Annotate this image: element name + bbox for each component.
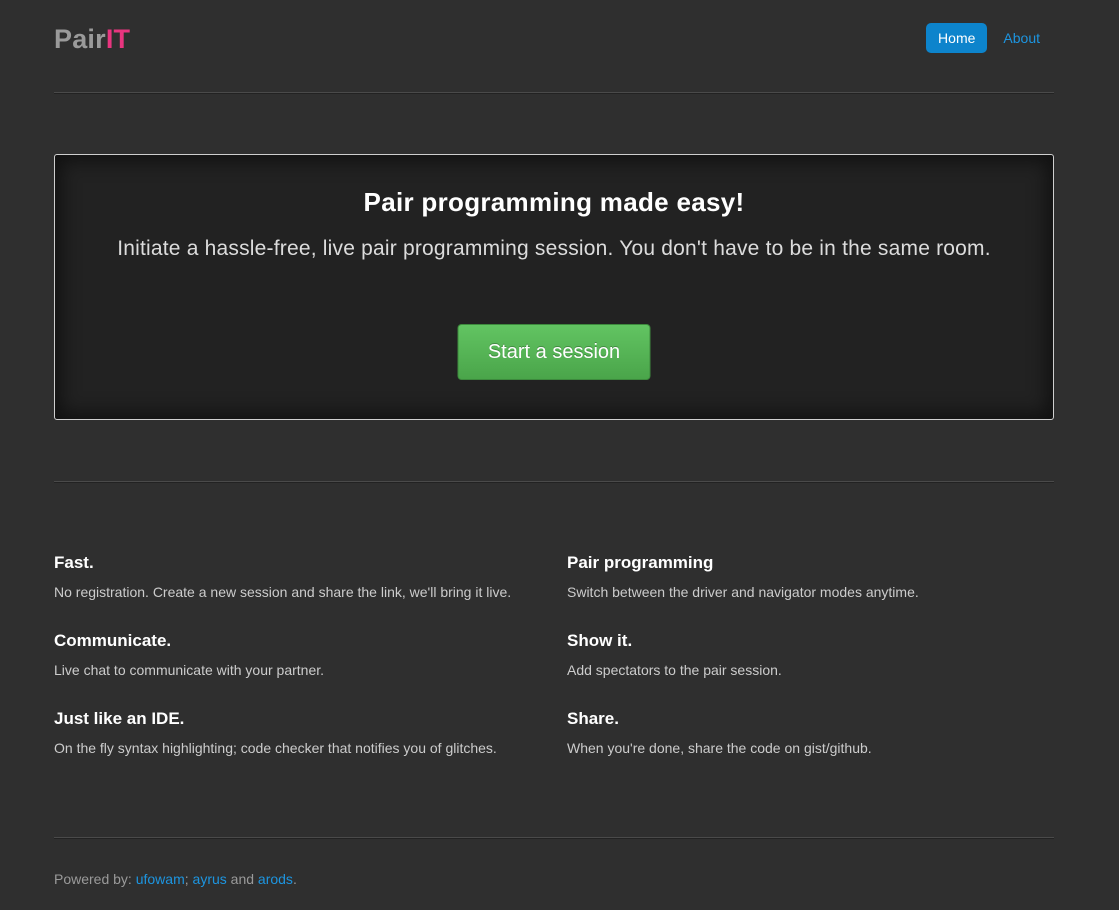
- top-nav: Home About: [924, 23, 1054, 53]
- feature-title: Share.: [567, 709, 619, 728]
- footer-prefix: Powered by:: [54, 871, 136, 887]
- feature-fast: Fast. No registration. Create a new sess…: [54, 553, 567, 631]
- feature-grid: Fast. No registration. Create a new sess…: [54, 553, 1054, 787]
- nav-about[interactable]: About: [989, 23, 1054, 53]
- footer-suffix: .: [292, 871, 297, 887]
- brand-logo[interactable]: PairIT: [54, 24, 130, 55]
- feature-show-it: Show it. Add spectators to the pair sess…: [567, 631, 1054, 709]
- feature-ide: Just like an IDE. On the fly syntax high…: [54, 709, 567, 787]
- feature-title: Show it.: [567, 631, 633, 650]
- hero-panel: Pair programming made easy! Initiate a h…: [54, 154, 1054, 420]
- divider: [54, 92, 1054, 94]
- start-session-button[interactable]: Start a session: [457, 324, 651, 380]
- feature-title: Fast.: [54, 553, 94, 572]
- hero-title: Pair programming made easy!: [363, 187, 745, 217]
- header: PairIT Home About: [54, 0, 1054, 92]
- feature-title: Pair programming: [567, 553, 714, 572]
- footer-sep: ;: [184, 871, 193, 887]
- feature-pair-programming: Pair programming Switch between the driv…: [567, 553, 1054, 631]
- feature-desc: No registration. Create a new session an…: [54, 584, 512, 600]
- feature-title: Just like an IDE.: [54, 709, 185, 728]
- author-link-ufowam[interactable]: ufowam: [136, 871, 185, 887]
- feature-desc: Add spectators to the pair session.: [567, 662, 782, 678]
- author-link-arods[interactable]: arods: [258, 871, 293, 887]
- feature-desc: Switch between the driver and navigator …: [567, 584, 919, 600]
- page: PairIT Home About Pair programming made …: [54, 0, 1054, 887]
- nav-home[interactable]: Home: [926, 23, 988, 53]
- hero-subtitle: Initiate a hassle-free, live pair progra…: [117, 237, 991, 260]
- footer: Powered by: ufowam; ayrus and arods.: [54, 871, 1054, 887]
- feature-desc: Live chat to communicate with your partn…: [54, 662, 325, 678]
- feature-share: Share. When you're done, share the code …: [567, 709, 1054, 787]
- feature-desc: On the fly syntax highlighting; code che…: [54, 740, 497, 756]
- feature-title: Communicate.: [54, 631, 172, 650]
- divider: [54, 481, 1054, 483]
- divider: [54, 837, 1054, 839]
- footer-and: and: [226, 871, 258, 887]
- author-link-ayrus[interactable]: ayrus: [193, 871, 227, 887]
- brand-part-pair: Pair: [54, 24, 106, 54]
- feature-desc: When you're done, share the code on gist…: [567, 740, 872, 756]
- brand-part-it: IT: [105, 24, 131, 54]
- feature-communicate: Communicate. Live chat to communicate wi…: [54, 631, 567, 709]
